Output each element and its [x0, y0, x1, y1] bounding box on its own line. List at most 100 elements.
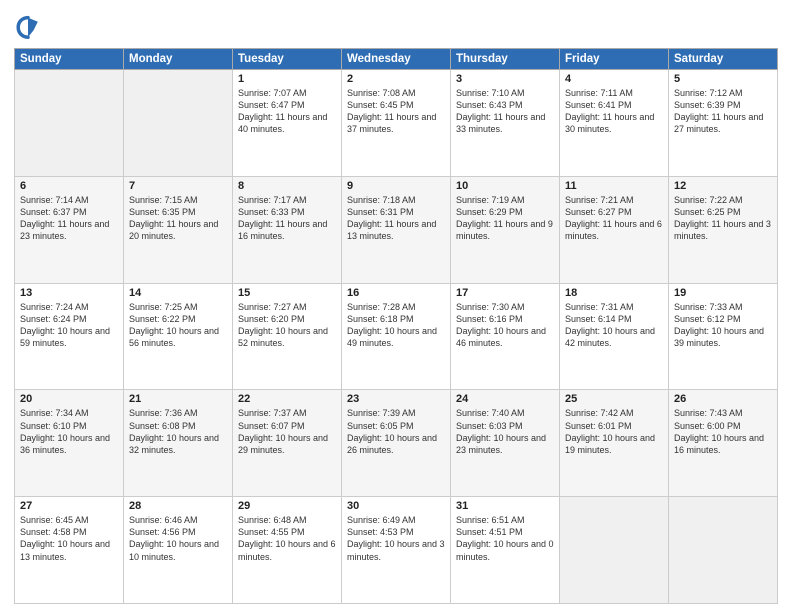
day-number: 14 [129, 287, 227, 299]
day-info: Sunrise: 7:21 AMSunset: 6:27 PMDaylight:… [565, 194, 663, 243]
logo [14, 12, 44, 40]
day-number: 25 [565, 393, 663, 405]
day-info: Sunrise: 7:22 AMSunset: 6:25 PMDaylight:… [674, 194, 772, 243]
day-number: 13 [20, 287, 118, 299]
day-number: 4 [565, 73, 663, 85]
day-info: Sunrise: 7:10 AMSunset: 6:43 PMDaylight:… [456, 87, 554, 136]
day-info: Sunrise: 7:37 AMSunset: 6:07 PMDaylight:… [238, 407, 336, 456]
day-number: 6 [20, 180, 118, 192]
day-number: 7 [129, 180, 227, 192]
calendar-header: SundayMondayTuesdayWednesdayThursdayFrid… [15, 49, 778, 70]
day-number: 22 [238, 393, 336, 405]
calendar-day: 4 Sunrise: 7:11 AMSunset: 6:41 PMDaylight… [560, 70, 669, 177]
day-info: Sunrise: 6:51 AMSunset: 4:51 PMDaylight:… [456, 514, 554, 563]
day-info: Sunrise: 7:19 AMSunset: 6:29 PMDaylight:… [456, 194, 554, 243]
calendar-day: 17 Sunrise: 7:30 AMSunset: 6:16 PMDayligh… [451, 283, 560, 390]
calendar-day: 21Sunrise: 7:36 AMSunset: 6:08 PMDayligh… [124, 390, 233, 497]
day-info: Sunrise: 7:14 AMSunset: 6:37 PMDaylight:… [20, 194, 118, 243]
calendar-day: 9 Sunrise: 7:18 AMSunset: 6:31 PMDaylight… [342, 176, 451, 283]
calendar-day: 5 Sunrise: 7:12 AMSunset: 6:39 PMDaylight… [669, 70, 778, 177]
day-number: 21 [129, 393, 227, 405]
calendar-day: 24Sunrise: 7:40 AMSunset: 6:03 PMDayligh… [451, 390, 560, 497]
day-info: Sunrise: 7:17 AMSunset: 6:33 PMDaylight:… [238, 194, 336, 243]
calendar-week: 27 Sunrise: 6:45 AMSunset: 4:58 PMDayligh… [15, 497, 778, 604]
day-number: 23 [347, 393, 445, 405]
calendar-day: 25Sunrise: 7:42 AMSunset: 6:01 PMDayligh… [560, 390, 669, 497]
day-number: 10 [456, 180, 554, 192]
day-info: Sunrise: 7:28 AMSunset: 6:18 PMDaylight:… [347, 301, 445, 350]
calendar-day [669, 497, 778, 604]
day-info: Sunrise: 7:34 AMSunset: 6:10 PMDaylight:… [20, 407, 118, 456]
day-info: Sunrise: 6:49 AMSunset: 4:53 PMDaylight:… [347, 514, 445, 563]
day-number: 5 [674, 73, 772, 85]
calendar-day: 20 Sunrise: 7:34 AMSunset: 6:10 PMDayligh… [15, 390, 124, 497]
calendar-day: 27 Sunrise: 6:45 AMSunset: 4:58 PMDayligh… [15, 497, 124, 604]
day-number: 1 [238, 73, 336, 85]
calendar-day: 31 Sunrise: 6:51 AMSunset: 4:51 PMDayligh… [451, 497, 560, 604]
calendar-day: 1 Sunrise: 7:07 AMSunset: 6:47 PMDaylight… [233, 70, 342, 177]
day-info: Sunrise: 6:48 AMSunset: 4:55 PMDaylight:… [238, 514, 336, 563]
day-number: 28 [129, 500, 227, 512]
calendar-day: 23 Sunrise: 7:39 AMSunset: 6:05 PMDayligh… [342, 390, 451, 497]
day-info: Sunrise: 6:46 AMSunset: 4:56 PMDaylight:… [129, 514, 227, 563]
day-number: 31 [456, 500, 554, 512]
calendar-day: 2 Sunrise: 7:08 AMSunset: 6:45 PMDaylight… [342, 70, 451, 177]
calendar-day: 13 Sunrise: 7:24 AMSunset: 6:24 PMDayligh… [15, 283, 124, 390]
day-number: 19 [674, 287, 772, 299]
day-number: 26 [674, 393, 772, 405]
day-info: Sunrise: 7:08 AMSunset: 6:45 PMDaylight:… [347, 87, 445, 136]
calendar-week: 13 Sunrise: 7:24 AMSunset: 6:24 PMDayligh… [15, 283, 778, 390]
day-info: Sunrise: 7:27 AMSunset: 6:20 PMDaylight:… [238, 301, 336, 350]
calendar-week: 6 Sunrise: 7:14 AMSunset: 6:37 PMDaylight… [15, 176, 778, 283]
calendar-day: 7 Sunrise: 7:15 AMSunset: 6:35 PMDaylight… [124, 176, 233, 283]
calendar-day: 3 Sunrise: 7:10 AMSunset: 6:43 PMDaylight… [451, 70, 560, 177]
calendar-day: 18Sunrise: 7:31 AMSunset: 6:14 PMDayligh… [560, 283, 669, 390]
day-info: Sunrise: 7:15 AMSunset: 6:35 PMDaylight:… [129, 194, 227, 243]
day-number: 17 [456, 287, 554, 299]
day-number: 12 [674, 180, 772, 192]
weekday-header: Tuesday [233, 49, 342, 70]
calendar-day: 19 Sunrise: 7:33 AMSunset: 6:12 PMDayligh… [669, 283, 778, 390]
day-info: Sunrise: 7:39 AMSunset: 6:05 PMDaylight:… [347, 407, 445, 456]
day-info: Sunrise: 7:18 AMSunset: 6:31 PMDaylight:… [347, 194, 445, 243]
calendar-day: 15 Sunrise: 7:27 AMSunset: 6:20 PMDayligh… [233, 283, 342, 390]
calendar-week: 1 Sunrise: 7:07 AMSunset: 6:47 PMDaylight… [15, 70, 778, 177]
day-number: 29 [238, 500, 336, 512]
day-number: 11 [565, 180, 663, 192]
day-number: 9 [347, 180, 445, 192]
weekday-header: Wednesday [342, 49, 451, 70]
day-info: Sunrise: 7:43 AMSunset: 6:00 PMDaylight:… [674, 407, 772, 456]
day-number: 8 [238, 180, 336, 192]
day-info: Sunrise: 7:24 AMSunset: 6:24 PMDaylight:… [20, 301, 118, 350]
day-number: 20 [20, 393, 118, 405]
calendar-day: 28 Sunrise: 6:46 AMSunset: 4:56 PMDayligh… [124, 497, 233, 604]
day-number: 3 [456, 73, 554, 85]
day-number: 24 [456, 393, 554, 405]
weekday-header: Thursday [451, 49, 560, 70]
calendar-day: 10 Sunrise: 7:19 AMSunset: 6:29 PMDayligh… [451, 176, 560, 283]
calendar-day [124, 70, 233, 177]
calendar-day: 29 Sunrise: 6:48 AMSunset: 4:55 PMDayligh… [233, 497, 342, 604]
day-info: Sunrise: 7:11 AMSunset: 6:41 PMDaylight:… [565, 87, 663, 136]
day-info: Sunrise: 7:33 AMSunset: 6:12 PMDaylight:… [674, 301, 772, 350]
weekday-header: Sunday [15, 49, 124, 70]
day-info: Sunrise: 6:45 AMSunset: 4:58 PMDaylight:… [20, 514, 118, 563]
calendar-day: 26 Sunrise: 7:43 AMSunset: 6:00 PMDayligh… [669, 390, 778, 497]
day-info: Sunrise: 7:30 AMSunset: 6:16 PMDaylight:… [456, 301, 554, 350]
calendar-day: 6 Sunrise: 7:14 AMSunset: 6:37 PMDaylight… [15, 176, 124, 283]
weekday-header: Saturday [669, 49, 778, 70]
day-number: 15 [238, 287, 336, 299]
day-info: Sunrise: 7:12 AMSunset: 6:39 PMDaylight:… [674, 87, 772, 136]
calendar-day: 22 Sunrise: 7:37 AMSunset: 6:07 PMDayligh… [233, 390, 342, 497]
calendar-day: 12 Sunrise: 7:22 AMSunset: 6:25 PMDayligh… [669, 176, 778, 283]
calendar-table: SundayMondayTuesdayWednesdayThursdayFrid… [14, 48, 778, 604]
day-number: 2 [347, 73, 445, 85]
calendar-day [15, 70, 124, 177]
calendar-day: 16Sunrise: 7:28 AMSunset: 6:18 PMDayligh… [342, 283, 451, 390]
weekday-header: Monday [124, 49, 233, 70]
calendar-week: 20 Sunrise: 7:34 AMSunset: 6:10 PMDayligh… [15, 390, 778, 497]
day-number: 18 [565, 287, 663, 299]
page-header [14, 12, 778, 40]
day-info: Sunrise: 7:07 AMSunset: 6:47 PMDaylight:… [238, 87, 336, 136]
day-number: 27 [20, 500, 118, 512]
